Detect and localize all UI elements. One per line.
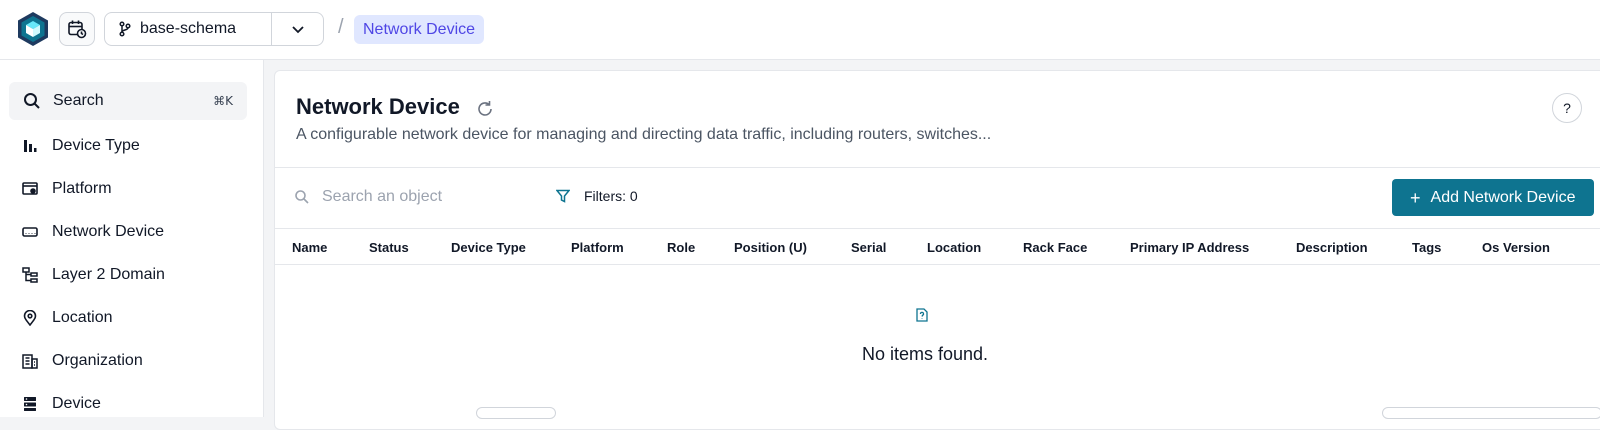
table-header: Name Status Device Type Platform Role Po…: [275, 228, 1600, 265]
pagination[interactable]: [1382, 407, 1600, 419]
sidebar-item-device[interactable]: Device: [22, 392, 101, 416]
add-button-label: Add Network Device: [1430, 188, 1576, 206]
branch-dropdown-toggle[interactable]: [271, 13, 323, 45]
sidebar-item-label: Network Device: [52, 223, 165, 240]
platform-icon: [22, 181, 38, 197]
top-bar: base-schema / Network Device: [0, 0, 1600, 60]
filters-button[interactable]: Filters: 0: [556, 188, 638, 204]
sidebar-item-network-device[interactable]: Network Device: [22, 220, 164, 244]
sidebar-item-label: Platform: [52, 180, 112, 197]
filter-icon: [556, 189, 570, 203]
column-header-name[interactable]: Name: [292, 240, 327, 255]
column-header-device-type[interactable]: Device Type: [451, 240, 526, 255]
search-label: Search: [53, 92, 104, 109]
chevron-down-icon: [291, 26, 304, 34]
breadcrumb-separator: /: [338, 16, 344, 38]
sidebar-item-device-type[interactable]: Device Type: [22, 134, 140, 158]
app-logo-icon[interactable]: [16, 11, 50, 47]
page-size-select[interactable]: [476, 407, 556, 419]
column-header-primary-ip[interactable]: Primary IP Address: [1130, 240, 1249, 255]
column-header-tags[interactable]: Tags: [1412, 240, 1441, 255]
sidebar-item-label: Location: [52, 309, 113, 326]
column-header-status[interactable]: Status: [369, 240, 409, 255]
filters-count: Filters: 0: [584, 188, 638, 204]
page-title: Network Device: [296, 94, 460, 119]
sidebar: Search ⌘K Device Type Platform Network D…: [0, 60, 264, 417]
sidebar-item-label: Device: [52, 395, 101, 412]
sidebar-item-label: Organization: [52, 352, 143, 369]
branch-name: base-schema: [140, 20, 237, 37]
sidebar-item-layer-2-domain[interactable]: Layer 2 Domain: [22, 263, 165, 287]
main-panel: Network Device A configurable network de…: [274, 70, 1600, 430]
network-tree-icon: [22, 267, 38, 283]
refresh-button[interactable]: [475, 99, 495, 124]
breadcrumb-current[interactable]: Network Device: [354, 15, 485, 44]
search-icon: [295, 190, 309, 204]
column-header-description[interactable]: Description: [1296, 240, 1368, 255]
column-header-platform[interactable]: Platform: [571, 240, 624, 255]
search-shortcut: ⌘K: [213, 94, 233, 108]
sidebar-item-platform[interactable]: Platform: [22, 177, 112, 201]
server-icon: [22, 396, 38, 412]
add-network-device-button[interactable]: + Add Network Device: [1392, 179, 1594, 216]
page-description: A configurable network device for managi…: [296, 126, 992, 143]
git-branch-icon: [119, 21, 131, 37]
branch-selector[interactable]: base-schema: [104, 12, 324, 46]
empty-state-message: No items found.: [861, 344, 989, 364]
divider: [275, 167, 1600, 168]
schedule-button[interactable]: [59, 12, 95, 46]
calendar-clock-icon: [68, 20, 87, 39]
search-placeholder: Search an object: [322, 188, 443, 205]
object-search-input[interactable]: Search an object: [294, 188, 442, 206]
location-pin-icon: [22, 310, 38, 326]
router-icon: [22, 224, 38, 240]
file-question-icon: [916, 308, 928, 327]
column-header-location[interactable]: Location: [927, 240, 981, 255]
plus-icon: +: [1410, 187, 1421, 208]
sidebar-item-label: Layer 2 Domain: [52, 266, 165, 283]
sidebar-item-location[interactable]: Location: [22, 306, 113, 330]
building-icon: [22, 353, 38, 369]
help-button[interactable]: ?: [1552, 93, 1582, 123]
column-header-rack-face[interactable]: Rack Face: [1023, 240, 1087, 255]
sidebar-item-organization[interactable]: Organization: [22, 349, 143, 373]
search-icon: [24, 93, 40, 109]
column-header-position[interactable]: Position (U): [734, 240, 807, 255]
refresh-icon: [478, 101, 492, 116]
column-header-serial[interactable]: Serial: [851, 240, 886, 255]
column-header-role[interactable]: Role: [667, 240, 695, 255]
sidebar-search[interactable]: Search ⌘K: [9, 82, 247, 120]
bar-chart-icon: [22, 138, 38, 154]
column-header-os-version[interactable]: Os Version: [1482, 240, 1550, 255]
sidebar-item-label: Device Type: [52, 137, 140, 154]
